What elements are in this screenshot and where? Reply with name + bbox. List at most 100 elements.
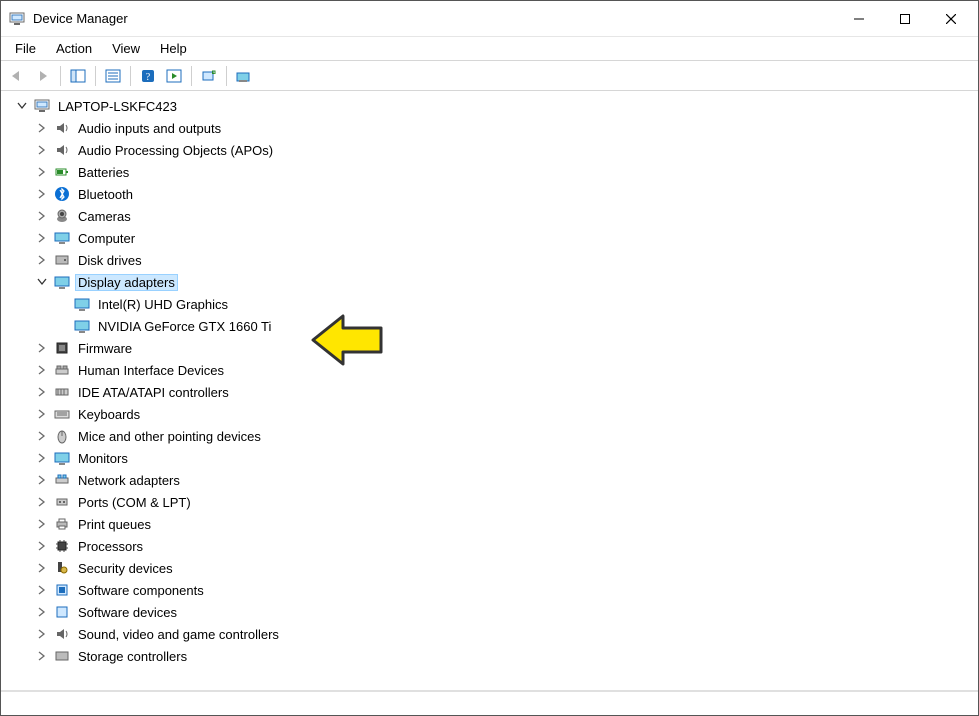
device-tree-scroll[interactable]: LAPTOP-LSKFC423 Audio inputs and outputs… (1, 91, 978, 690)
properties-button[interactable] (101, 64, 125, 88)
tree-row[interactable]: Firmware (33, 337, 978, 359)
tree-row[interactable]: Processors (33, 535, 978, 557)
tree-row[interactable]: Audio Processing Objects (APOs) (33, 139, 978, 161)
chevron-right-icon[interactable] (35, 627, 49, 641)
hid-icon (53, 362, 71, 378)
tree-row[interactable]: Network adapters (33, 469, 978, 491)
tree-label: Software components (75, 582, 207, 599)
tree-row[interactable]: Batteries (33, 161, 978, 183)
forward-button[interactable] (31, 64, 55, 88)
display-icon (73, 296, 91, 312)
storage-icon (53, 648, 71, 664)
tree-row-device[interactable]: Intel(R) UHD Graphics (53, 293, 978, 315)
chevron-right-icon[interactable] (35, 605, 49, 619)
chevron-right-icon[interactable] (35, 143, 49, 157)
chevron-right-icon[interactable] (35, 649, 49, 663)
keyboard-icon (53, 406, 71, 422)
tree-label: Audio Processing Objects (APOs) (75, 142, 276, 159)
chevron-right-icon[interactable] (35, 561, 49, 575)
show-hide-tree-button[interactable] (66, 64, 90, 88)
disk-icon (53, 252, 71, 268)
chevron-right-icon[interactable] (35, 451, 49, 465)
chevron-right-icon[interactable] (35, 187, 49, 201)
tree-label: Computer (75, 230, 138, 247)
processor-icon (53, 538, 71, 554)
tree-row[interactable]: Cameras (33, 205, 978, 227)
maximize-button[interactable] (882, 4, 928, 34)
help-button[interactable]: ? (136, 64, 160, 88)
port-icon (53, 494, 71, 510)
ide-icon (53, 384, 71, 400)
chevron-right-icon[interactable] (35, 363, 49, 377)
tree-row-device[interactable]: NVIDIA GeForce GTX 1660 Ti (53, 315, 978, 337)
tree-label: Keyboards (75, 406, 143, 423)
chevron-right-icon[interactable] (35, 121, 49, 135)
minimize-button[interactable] (836, 4, 882, 34)
chevron-right-icon[interactable] (35, 583, 49, 597)
tree-label: Intel(R) UHD Graphics (95, 296, 231, 313)
chevron-right-icon[interactable] (35, 407, 49, 421)
tree-row[interactable]: Audio inputs and outputs (33, 117, 978, 139)
back-button[interactable] (5, 64, 29, 88)
tree-row[interactable]: Monitors (33, 447, 978, 469)
tree-row[interactable]: Bluetooth (33, 183, 978, 205)
bluetooth-icon (53, 186, 71, 202)
chevron-right-icon[interactable] (35, 429, 49, 443)
tree-root-row[interactable]: LAPTOP-LSKFC423 (13, 95, 978, 117)
menubar: File Action View Help (1, 37, 978, 61)
tree-label: Bluetooth (75, 186, 136, 203)
menu-help[interactable]: Help (150, 39, 197, 58)
chevron-right-icon[interactable] (35, 231, 49, 245)
window-title: Device Manager (33, 11, 128, 26)
tree-row[interactable]: Mice and other pointing devices (33, 425, 978, 447)
tree-row[interactable]: Keyboards (33, 403, 978, 425)
software-device-icon (53, 604, 71, 620)
monitor-icon (53, 450, 71, 466)
add-legacy-hardware-button[interactable] (232, 64, 256, 88)
menu-action[interactable]: Action (46, 39, 102, 58)
scan-hardware-button[interactable] (197, 64, 221, 88)
tree-label: Cameras (75, 208, 134, 225)
network-icon (53, 472, 71, 488)
audio-icon (53, 120, 71, 136)
device-tree: LAPTOP-LSKFC423 Audio inputs and outputs… (9, 95, 978, 667)
tree-row-display-adapters[interactable]: Display adapters (33, 271, 978, 293)
chevron-right-icon[interactable] (35, 539, 49, 553)
mouse-icon (53, 428, 71, 444)
close-button[interactable] (928, 4, 974, 34)
tree-label: Disk drives (75, 252, 145, 269)
tree-row[interactable]: Software components (33, 579, 978, 601)
chevron-down-icon[interactable] (35, 275, 49, 289)
tree-label: Sound, video and game controllers (75, 626, 282, 643)
tree-label: Mice and other pointing devices (75, 428, 264, 445)
chevron-right-icon[interactable] (35, 517, 49, 531)
tree-label: NVIDIA GeForce GTX 1660 Ti (95, 318, 274, 335)
software-component-icon (53, 582, 71, 598)
chevron-right-icon[interactable] (35, 209, 49, 223)
chevron-right-icon[interactable] (35, 495, 49, 509)
tree-row[interactable]: Human Interface Devices (33, 359, 978, 381)
tree-row[interactable]: Security devices (33, 557, 978, 579)
security-icon (53, 560, 71, 576)
tree-row[interactable]: Sound, video and game controllers (33, 623, 978, 645)
menu-file[interactable]: File (5, 39, 46, 58)
menu-view[interactable]: View (102, 39, 150, 58)
action-button[interactable] (162, 64, 186, 88)
tree-label: Ports (COM & LPT) (75, 494, 194, 511)
tree-row[interactable]: IDE ATA/ATAPI controllers (33, 381, 978, 403)
tree-label: Network adapters (75, 472, 183, 489)
tree-row[interactable]: Software devices (33, 601, 978, 623)
tree-row[interactable]: Ports (COM & LPT) (33, 491, 978, 513)
tree-row[interactable]: Print queues (33, 513, 978, 535)
tree-row[interactable]: Disk drives (33, 249, 978, 271)
chevron-right-icon[interactable] (35, 385, 49, 399)
chevron-down-icon[interactable] (15, 99, 29, 113)
chevron-right-icon[interactable] (35, 253, 49, 267)
tree-row[interactable]: Storage controllers (33, 645, 978, 667)
tree-row[interactable]: Computer (33, 227, 978, 249)
chevron-right-icon[interactable] (35, 165, 49, 179)
chevron-right-icon[interactable] (35, 341, 49, 355)
toolbar: ? (1, 61, 978, 91)
chevron-right-icon[interactable] (35, 473, 49, 487)
toolbar-separator (191, 66, 192, 86)
